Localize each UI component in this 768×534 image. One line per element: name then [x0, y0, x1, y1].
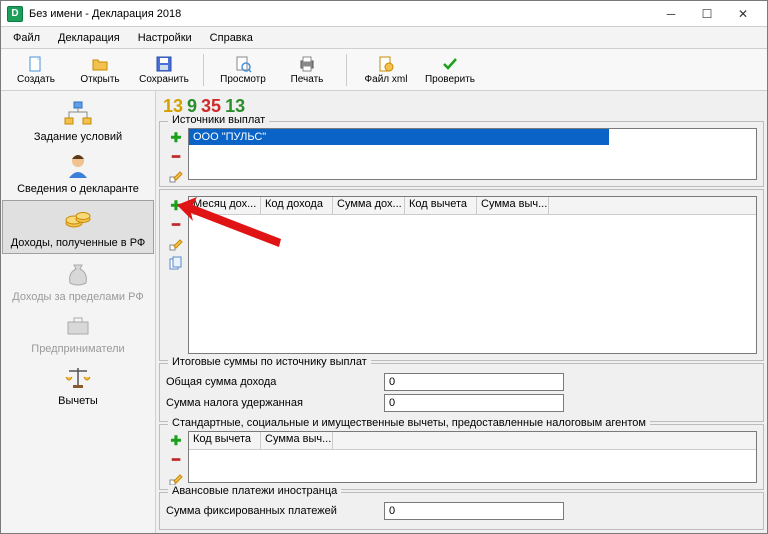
- maximize-button[interactable]: ☐: [689, 2, 725, 26]
- menu-settings[interactable]: Настройки: [130, 30, 200, 46]
- check-icon: [441, 55, 459, 73]
- total-income-field: [384, 373, 564, 391]
- add-income-button[interactable]: ✚: [168, 198, 184, 214]
- moneybag-icon: [61, 259, 95, 289]
- preview-icon: [234, 55, 252, 73]
- deductions-table[interactable]: Код вычета Сумма выч...: [188, 431, 757, 483]
- col-income-code[interactable]: Код дохода: [261, 197, 333, 214]
- create-button[interactable]: Создать: [7, 51, 65, 89]
- col-deduction-code[interactable]: Код вычета: [405, 197, 477, 214]
- nav-label: Предприниматели: [31, 343, 124, 355]
- advance-title: Авансовые платежи иностранца: [168, 485, 341, 497]
- remove-income-button[interactable]: ━: [168, 217, 184, 233]
- edit-income-button[interactable]: [168, 236, 184, 252]
- nav-conditions[interactable]: Задание условий: [1, 95, 155, 147]
- xml-file-icon: [377, 55, 395, 73]
- menubar: Файл Декларация Настройки Справка: [1, 27, 767, 49]
- menu-help[interactable]: Справка: [202, 30, 261, 46]
- add-deduction-button[interactable]: ✚: [168, 433, 184, 449]
- tax-withheld-label: Сумма налога удержанная: [166, 397, 376, 409]
- nav-label: Сведения о декларанте: [17, 183, 139, 195]
- col-deduction-sum[interactable]: Сумма выч...: [477, 197, 549, 214]
- source-row[interactable]: ООО "ПУЛЬС": [189, 129, 609, 145]
- income-table[interactable]: Месяц дох... Код дохода Сумма дох... Код…: [188, 196, 757, 354]
- sources-title: Источники выплат: [168, 114, 269, 126]
- print-icon: [298, 55, 316, 73]
- totals-title: Итоговые суммы по источнику выплат: [168, 356, 371, 368]
- add-source-button[interactable]: ✚: [168, 130, 184, 146]
- menu-file[interactable]: Файл: [5, 30, 48, 46]
- remove-deduction-button[interactable]: ━: [168, 452, 184, 468]
- edit-source-button[interactable]: [168, 168, 184, 184]
- agent-deductions-group: Стандартные, социальные и имущественные …: [159, 424, 764, 490]
- nav-income-abroad[interactable]: Доходы за пределами РФ: [1, 255, 155, 307]
- col-month[interactable]: Месяц дох...: [189, 197, 261, 214]
- open-folder-icon: [91, 55, 109, 73]
- agent-deductions-title: Стандартные, социальные и имущественные …: [168, 417, 650, 429]
- col-ded-sum[interactable]: Сумма выч...: [261, 432, 333, 449]
- filexml-button[interactable]: Файл xml: [357, 51, 415, 89]
- nav-label: Задание условий: [34, 131, 122, 143]
- scales-icon: [61, 363, 95, 393]
- save-icon: [155, 55, 173, 73]
- save-button[interactable]: Сохранить: [135, 51, 193, 89]
- sources-group: Источники выплат ✚ ━ ООО "ПУЛЬС": [159, 121, 764, 187]
- app-icon: D: [7, 6, 23, 22]
- income-group: ✚ ━ Месяц дох... Код дохода Сумма дох...…: [159, 189, 764, 361]
- titlebar: D Без имени - Декларация 2018 ─ ☐ ✕: [1, 1, 767, 27]
- toolbar: Создать Открыть Сохранить Просмотр Печат…: [1, 49, 767, 91]
- close-button[interactable]: ✕: [725, 2, 761, 26]
- tree-icon: [61, 99, 95, 129]
- new-file-icon: [27, 55, 45, 73]
- menu-declaration[interactable]: Декларация: [50, 30, 128, 46]
- nav-income-rf[interactable]: Доходы, полученные в РФ: [2, 200, 154, 254]
- advance-group: Авансовые платежи иностранца Сумма фикси…: [159, 492, 764, 530]
- briefcase-icon: [61, 311, 95, 341]
- tax-withheld-field[interactable]: [384, 394, 564, 412]
- fixed-payments-field[interactable]: [384, 502, 564, 520]
- nav-label: Доходы за пределами РФ: [12, 291, 143, 303]
- preview-button[interactable]: Просмотр: [214, 51, 272, 89]
- nav-declarant[interactable]: Сведения о декларанте: [1, 147, 155, 199]
- coins-icon: [61, 205, 95, 235]
- col-ded-code[interactable]: Код вычета: [189, 432, 261, 449]
- fixed-payments-label: Сумма фиксированных платежей: [166, 505, 376, 517]
- nav-label: Доходы, полученные в РФ: [11, 237, 146, 249]
- person-icon: [61, 151, 95, 181]
- deductions-header: Код вычета Сумма выч...: [189, 432, 756, 450]
- copy-income-button[interactable]: [168, 255, 184, 271]
- print-button[interactable]: Печать: [278, 51, 336, 89]
- sources-list[interactable]: ООО "ПУЛЬС": [188, 128, 757, 180]
- totals-group: Итоговые суммы по источнику выплат Общая…: [159, 363, 764, 422]
- remove-source-button[interactable]: ━: [168, 149, 184, 165]
- total-income-label: Общая сумма дохода: [166, 376, 376, 388]
- nav-entrepreneur[interactable]: Предприниматели: [1, 307, 155, 359]
- nav-label: Вычеты: [58, 395, 98, 407]
- sidebar: Задание условий Сведения о декларанте До…: [1, 91, 156, 533]
- check-button[interactable]: Проверить: [421, 51, 479, 89]
- window-title: Без имени - Декларация 2018: [29, 8, 653, 20]
- nav-deductions[interactable]: Вычеты: [1, 359, 155, 411]
- separator: [346, 54, 347, 86]
- income-table-header: Месяц дох... Код дохода Сумма дох... Код…: [189, 197, 756, 215]
- content-area: 13 9 35 13 Источники выплат ✚ ━ ООО "ПУЛ…: [156, 91, 767, 533]
- col-income-sum[interactable]: Сумма дох...: [333, 197, 405, 214]
- separator: [203, 54, 204, 86]
- open-button[interactable]: Открыть: [71, 51, 129, 89]
- minimize-button[interactable]: ─: [653, 2, 689, 26]
